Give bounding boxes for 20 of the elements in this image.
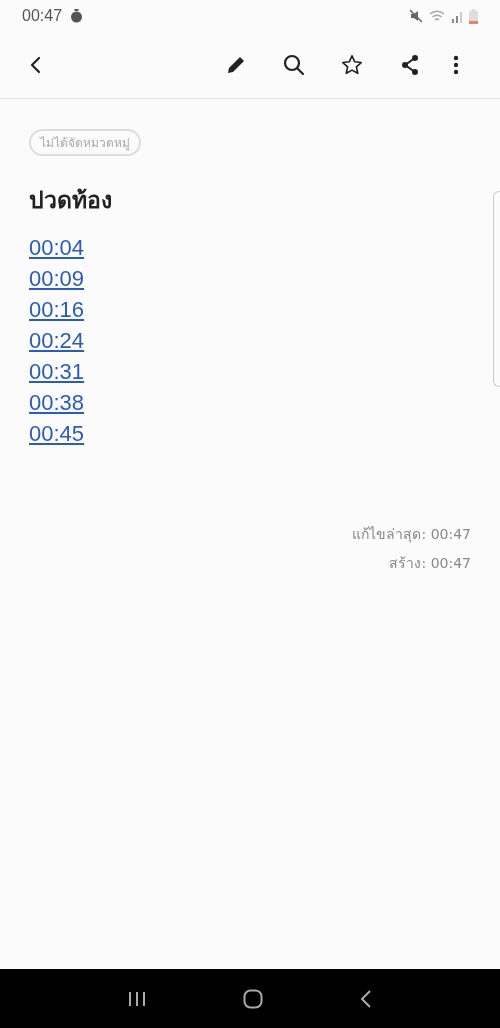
search-icon bbox=[283, 54, 305, 76]
battery-icon bbox=[469, 8, 478, 24]
time-link[interactable]: 00:38 bbox=[29, 387, 85, 418]
created-time: สร้าง: 00:47 bbox=[389, 554, 471, 573]
time-link[interactable]: 00:24 bbox=[29, 325, 85, 356]
time-link[interactable]: 00:31 bbox=[29, 356, 85, 387]
time-link[interactable]: 00:16 bbox=[29, 294, 85, 325]
time-link[interactable]: 00:04 bbox=[29, 232, 85, 263]
signal-icon bbox=[451, 9, 463, 23]
status-time: 00:47 bbox=[22, 7, 63, 25]
time-link[interactable]: 00:09 bbox=[29, 263, 85, 294]
wifi-icon bbox=[429, 9, 445, 23]
home-icon[interactable] bbox=[243, 988, 263, 1009]
mute-icon bbox=[409, 9, 423, 23]
back-icon[interactable] bbox=[359, 989, 372, 1008]
stopwatch-icon bbox=[70, 9, 84, 23]
note-title: ปวดท้อง bbox=[29, 186, 112, 215]
modified-time: แก้ไขล่าสุด: 00:47 bbox=[352, 525, 471, 545]
time-link[interactable]: 00:45 bbox=[29, 418, 85, 449]
recent-apps-icon[interactable] bbox=[128, 990, 147, 1007]
